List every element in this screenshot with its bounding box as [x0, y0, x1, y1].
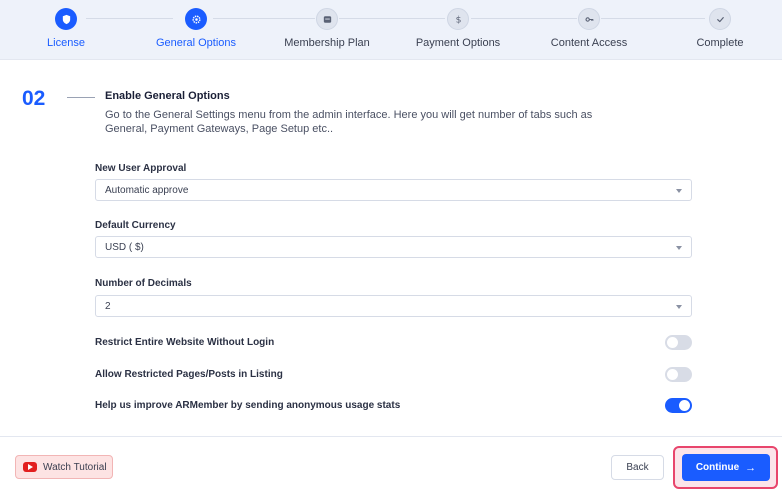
toggle-knob: [679, 400, 690, 411]
continue-label: Continue: [695, 462, 740, 473]
step-label: License: [47, 37, 85, 49]
section-divider: [67, 97, 95, 98]
dollar-icon: $: [447, 8, 469, 30]
select-value: Automatic approve: [105, 185, 189, 196]
step-label: Complete: [696, 37, 744, 49]
watch-tutorial-button[interactable]: Watch Tutorial: [15, 455, 113, 479]
check-icon: [709, 8, 731, 30]
step-payment-options[interactable]: $ Payment Options: [393, 8, 523, 50]
toggle-knob: [667, 337, 678, 348]
gear-icon: [185, 8, 207, 30]
number-of-decimals-label: Number of Decimals: [95, 278, 192, 289]
usage-stats-label: Help us improve ARMember by sending anon…: [95, 400, 401, 411]
footer-divider: [0, 436, 782, 437]
step-content-access[interactable]: Content Access: [524, 8, 654, 50]
step-general-options[interactable]: General Options: [131, 8, 261, 50]
step-license[interactable]: License: [1, 8, 131, 50]
shield-icon: [55, 8, 77, 30]
chevron-down-icon: [676, 305, 682, 309]
step-label: General Options: [155, 37, 237, 49]
allow-restricted-toggle[interactable]: [665, 367, 692, 382]
usage-stats-toggle[interactable]: [665, 398, 692, 413]
step-membership-plan[interactable]: Membership Plan: [262, 8, 392, 50]
setup-stepper: License General Options Membership Plan …: [0, 0, 782, 60]
plan-icon: [316, 8, 338, 30]
restrict-website-toggle[interactable]: [665, 335, 692, 350]
default-currency-label: Default Currency: [95, 220, 176, 231]
section-description: Go to the General Settings menu from the…: [105, 109, 593, 135]
allow-restricted-label: Allow Restricted Pages/Posts in Listing: [95, 369, 283, 380]
step-number: 02: [22, 87, 46, 110]
select-value: 2: [105, 301, 111, 312]
default-currency-select[interactable]: USD ( $): [95, 236, 692, 258]
new-user-approval-label: New User Approval: [95, 163, 187, 174]
key-icon: [578, 8, 600, 30]
back-button[interactable]: Back: [611, 455, 664, 480]
step-label: Payment Options: [415, 37, 501, 49]
number-of-decimals-select[interactable]: 2: [95, 295, 692, 317]
svg-text:$: $: [455, 14, 461, 24]
select-value: USD ( $): [105, 242, 144, 253]
youtube-icon: [23, 462, 37, 472]
toggle-knob: [667, 369, 678, 380]
step-label: Content Access: [550, 37, 628, 49]
arrow-right-icon: →: [745, 461, 757, 474]
watch-tutorial-label: Watch Tutorial: [43, 461, 107, 473]
new-user-approval-select[interactable]: Automatic approve: [95, 179, 692, 201]
chevron-down-icon: [676, 189, 682, 193]
section-title: Enable General Options: [105, 90, 230, 102]
chevron-down-icon: [676, 246, 682, 250]
step-complete[interactable]: Complete: [655, 8, 782, 50]
continue-button[interactable]: Continue →: [682, 454, 770, 481]
step-label: Membership Plan: [284, 37, 370, 49]
restrict-website-label: Restrict Entire Website Without Login: [95, 337, 275, 348]
